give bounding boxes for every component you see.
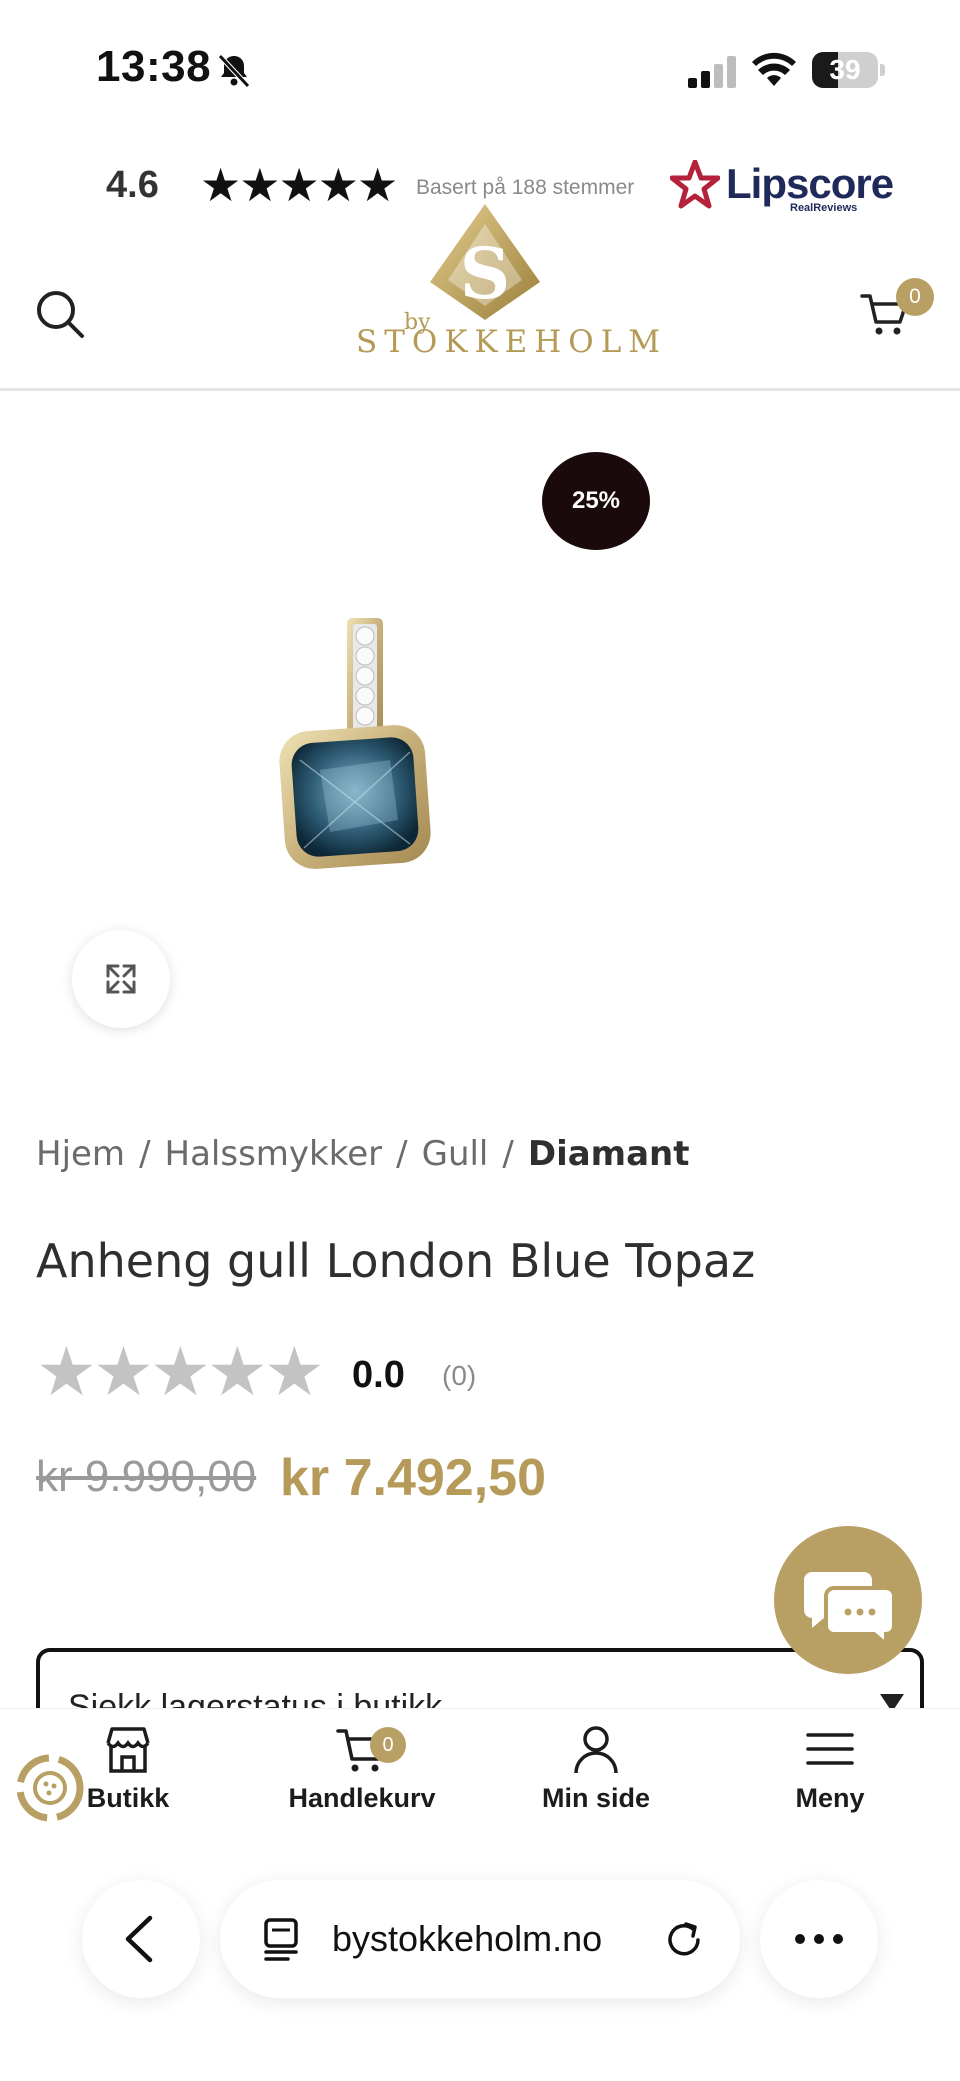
nav-label-menu: Meny bbox=[795, 1783, 865, 1813]
lipscore-brand: Lipscore bbox=[726, 160, 894, 207]
breadcrumb-necklaces[interactable]: Halssmykker bbox=[165, 1134, 383, 1174]
url-text: bystokkeholm.no bbox=[332, 1918, 603, 1959]
breadcrumb-separator: / bbox=[139, 1134, 151, 1174]
reload-icon[interactable] bbox=[662, 1916, 708, 1962]
product-title: Anheng gull London Blue Topaz bbox=[36, 1234, 756, 1288]
browser-more-button[interactable] bbox=[760, 1880, 878, 1998]
svg-text:S: S bbox=[460, 232, 511, 315]
product-rating-stars[interactable]: ★★★★★ bbox=[36, 1338, 325, 1406]
nav-label-cart: Handlekurv bbox=[288, 1783, 436, 1813]
page-menu-icon[interactable] bbox=[258, 1914, 308, 1964]
site-rating-score: 4.6 bbox=[106, 164, 159, 206]
wifi-icon bbox=[752, 52, 796, 86]
more-dots-icon bbox=[795, 1934, 843, 1944]
discount-badge: 25% bbox=[542, 452, 650, 550]
battery-indicator: 39 bbox=[812, 52, 886, 88]
menu-icon bbox=[806, 1733, 854, 1765]
header-divider bbox=[0, 388, 960, 391]
expand-image-button[interactable] bbox=[72, 930, 170, 1028]
lipscore-sub: RealReviews bbox=[790, 202, 858, 214]
expand-icon bbox=[106, 964, 136, 994]
logo-wordmark: STOKKEHOLM bbox=[356, 324, 668, 360]
nav-label-account: Min side bbox=[541, 1783, 650, 1813]
product-rating-count[interactable]: (0) bbox=[442, 1360, 476, 1392]
site-logo[interactable]: S by STOKKEHOLM bbox=[350, 202, 668, 362]
address-bar[interactable]: bystokkeholm.no bbox=[220, 1880, 740, 1998]
breadcrumb-gold[interactable]: Gull bbox=[422, 1134, 489, 1174]
bell-muted-icon bbox=[218, 54, 250, 88]
old-price: kr 9.990,00 bbox=[36, 1452, 257, 1501]
breadcrumb-home[interactable]: Hjem bbox=[36, 1134, 125, 1174]
bottom-navigation: Butikk 0 Handlekurv Min side Meny bbox=[0, 1708, 960, 1838]
user-icon bbox=[574, 1726, 618, 1774]
breadcrumb-separator: / bbox=[396, 1134, 408, 1174]
chevron-left-icon bbox=[125, 1915, 153, 1963]
search-icon[interactable] bbox=[34, 288, 86, 340]
breadcrumb-current: Diamant bbox=[527, 1134, 690, 1174]
nav-item-cart[interactable]: 0 Handlekurv bbox=[262, 1721, 462, 1814]
browser-back-button[interactable] bbox=[82, 1880, 200, 1998]
chat-button[interactable] bbox=[774, 1526, 922, 1674]
status-time: 13:38 bbox=[96, 42, 212, 91]
product-rating-score: 0.0 bbox=[352, 1354, 405, 1396]
signal-icon bbox=[688, 56, 736, 88]
site-rating-votes[interactable]: Basert på 188 stemmer bbox=[416, 176, 634, 200]
battery-percent: 39 bbox=[829, 54, 861, 85]
logo-emblem-icon: S bbox=[430, 204, 540, 320]
sale-price: kr 7.492,50 bbox=[280, 1449, 547, 1507]
breadcrumb-separator: / bbox=[502, 1134, 514, 1174]
breadcrumb: Hjem / Halssmykker / Gull / Diamant bbox=[36, 1134, 690, 1174]
store-icon bbox=[106, 1727, 150, 1773]
loyalty-widget-icon[interactable] bbox=[14, 1752, 86, 1824]
nav-item-account[interactable]: Min side bbox=[496, 1721, 696, 1814]
nav-item-menu[interactable]: Meny bbox=[730, 1721, 930, 1814]
lipscore-logo[interactable]: Lipscore RealReviews bbox=[670, 158, 894, 218]
chat-icon bbox=[804, 1572, 896, 1649]
lipscore-star-icon bbox=[670, 160, 720, 209]
nav-cart-badge: 0 bbox=[370, 1727, 406, 1763]
cart-count-badge: 0 bbox=[896, 278, 934, 316]
product-image[interactable] bbox=[270, 610, 440, 890]
